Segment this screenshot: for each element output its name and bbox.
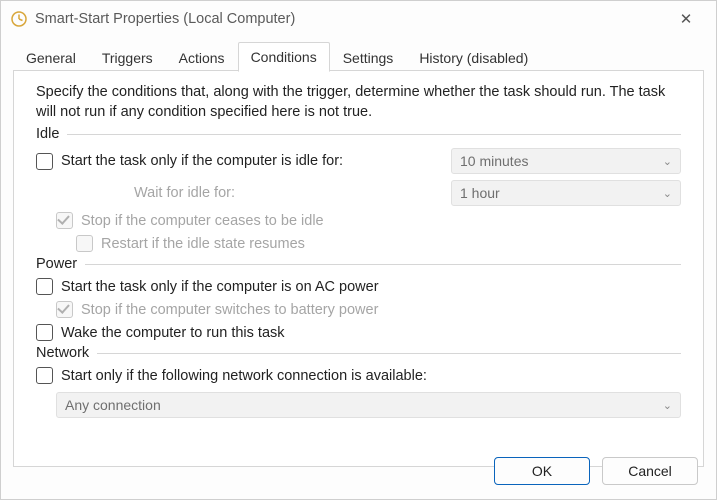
checkbox-restart-if-resumes [76, 235, 93, 252]
titlebar: Smart-Start Properties (Local Computer) … [1, 1, 716, 37]
select-wait-duration[interactable]: 1 hour ⌄ [451, 180, 681, 206]
tab-general[interactable]: General [13, 43, 89, 72]
dialog-buttons: OK Cancel [494, 457, 698, 485]
idle-fieldset-header: Idle [36, 126, 681, 142]
select-network-connection-value: Any connection [65, 397, 161, 413]
checkbox-start-only-idle[interactable] [36, 153, 53, 170]
tab-triggers[interactable]: Triggers [89, 43, 166, 72]
checkbox-wake-to-run[interactable] [36, 324, 53, 341]
idle-legend: Idle [36, 126, 67, 142]
tab-settings[interactable]: Settings [330, 43, 407, 72]
dialog-window: Smart-Start Properties (Local Computer) … [0, 0, 717, 500]
clock-icon [11, 11, 27, 27]
checkbox-start-on-ac[interactable] [36, 278, 53, 295]
select-idle-duration[interactable]: 10 minutes ⌄ [451, 148, 681, 174]
idle-divider [67, 134, 681, 135]
power-fieldset-header: Power [36, 256, 681, 272]
label-wait-for-idle: Wait for idle for: [134, 185, 235, 201]
tab-conditions[interactable]: Conditions [238, 42, 330, 72]
checkbox-stop-on-battery [56, 301, 73, 318]
network-divider [97, 353, 681, 354]
checkbox-stop-if-not-idle [56, 212, 73, 229]
network-fieldset-header: Network [36, 345, 681, 361]
label-restart-if-resumes: Restart if the idle state resumes [101, 236, 305, 252]
chevron-down-icon: ⌄ [663, 155, 672, 168]
ok-button[interactable]: OK [494, 457, 590, 485]
select-wait-duration-value: 1 hour [460, 185, 500, 201]
close-button[interactable]: ✕ [666, 10, 706, 28]
select-network-connection[interactable]: Any connection ⌄ [56, 392, 681, 418]
checkbox-start-if-network[interactable] [36, 367, 53, 384]
label-start-if-network: Start only if the following network conn… [61, 368, 427, 384]
label-start-on-ac: Start the task only if the computer is o… [61, 279, 379, 295]
tab-bar: General Triggers Actions Conditions Sett… [13, 41, 704, 71]
select-idle-duration-value: 10 minutes [460, 153, 528, 169]
label-stop-if-not-idle: Stop if the computer ceases to be idle [81, 213, 324, 229]
chevron-down-icon: ⌄ [663, 187, 672, 200]
power-divider [85, 264, 681, 265]
tab-content: Specify the conditions that, along with … [13, 71, 704, 467]
label-stop-on-battery: Stop if the computer switches to battery… [81, 302, 378, 318]
tab-underline [13, 70, 704, 71]
network-legend: Network [36, 345, 97, 361]
conditions-description: Specify the conditions that, along with … [36, 83, 681, 122]
tab-history[interactable]: History (disabled) [406, 43, 541, 72]
label-wake-to-run: Wake the computer to run this task [61, 325, 285, 341]
chevron-down-icon: ⌄ [663, 399, 672, 412]
cancel-button[interactable]: Cancel [602, 457, 698, 485]
power-legend: Power [36, 256, 85, 272]
label-start-only-idle: Start the task only if the computer is i… [61, 153, 343, 169]
window-title: Smart-Start Properties (Local Computer) [35, 11, 295, 27]
titlebar-left: Smart-Start Properties (Local Computer) [11, 11, 295, 27]
tab-actions[interactable]: Actions [166, 43, 238, 72]
